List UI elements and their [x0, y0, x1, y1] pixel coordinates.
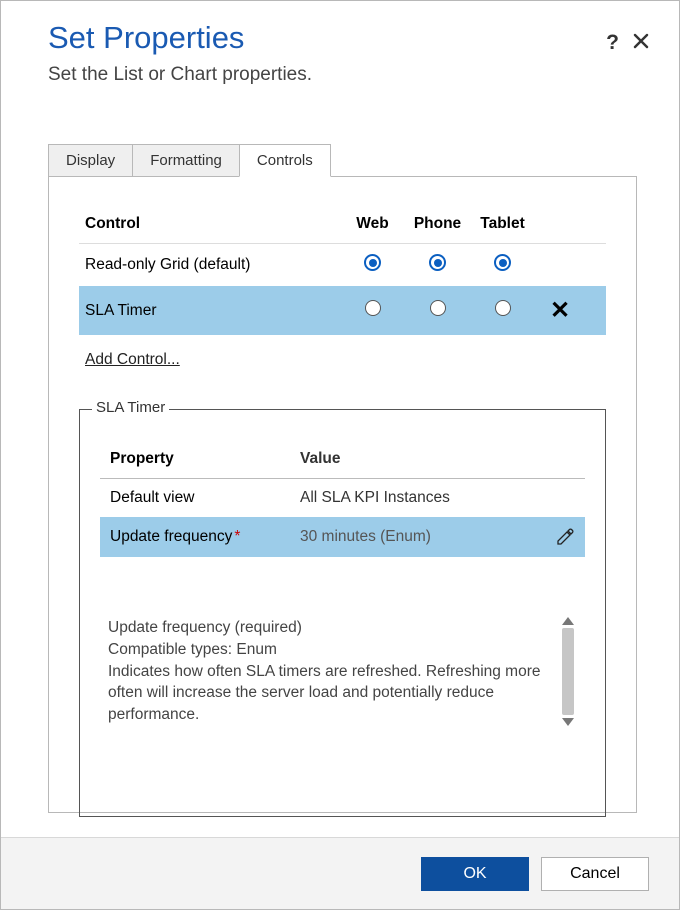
header-web: Web [340, 215, 405, 233]
header-icons: ? [606, 31, 649, 55]
property-table-header: Property Value [100, 440, 585, 479]
dialog-subtitle: Set the List or Chart properties. [48, 64, 637, 86]
dialog-title: Set Properties [48, 19, 637, 56]
help-icon[interactable]: ? [606, 31, 619, 55]
controls-panel: Control Web Phone Tablet Read-only Grid … [48, 177, 637, 813]
property-name: Default view [110, 489, 300, 507]
set-properties-dialog: Set Properties Set the List or Chart pro… [0, 0, 680, 910]
property-description: Update frequency (required) Compatible t… [100, 617, 585, 725]
cancel-button[interactable]: Cancel [541, 857, 649, 891]
control-row-sla-timer[interactable]: SLA Timer ✕ [79, 286, 606, 335]
radio-phone[interactable] [429, 254, 446, 271]
pencil-icon[interactable] [555, 527, 575, 547]
tab-display[interactable]: Display [48, 144, 133, 176]
property-value: 30 minutes (Enum) [300, 528, 555, 546]
radio-tablet[interactable] [494, 254, 511, 271]
radio-web[interactable] [364, 254, 381, 271]
property-name: Update frequency* [110, 528, 300, 546]
header-control: Control [85, 215, 340, 233]
scroll-thumb[interactable] [562, 628, 574, 714]
required-star-icon: * [234, 528, 240, 545]
description-text: Update frequency (required) Compatible t… [108, 617, 559, 725]
controls-table-header: Control Web Phone Tablet [79, 205, 606, 244]
sla-timer-fieldset: SLA Timer Property Value Default view Al… [79, 409, 606, 817]
ok-button[interactable]: OK [421, 857, 529, 891]
fieldset-legend: SLA Timer [92, 399, 169, 416]
header-value: Value [300, 450, 575, 468]
remove-control-icon[interactable]: ✕ [550, 297, 570, 324]
add-control-link[interactable]: Add Control... [85, 351, 180, 369]
close-icon[interactable] [633, 32, 649, 55]
radio-phone[interactable] [430, 300, 446, 316]
dialog-header: Set Properties Set the List or Chart pro… [1, 1, 679, 106]
header-phone: Phone [405, 215, 470, 233]
header-property: Property [110, 450, 300, 468]
tab-controls[interactable]: Controls [239, 144, 331, 177]
property-row-update-frequency[interactable]: Update frequency* 30 minutes (Enum) [100, 517, 585, 557]
header-tablet: Tablet [470, 215, 535, 233]
control-name: SLA Timer [85, 302, 340, 320]
control-row-readonly-grid[interactable]: Read-only Grid (default) [79, 244, 606, 286]
radio-web[interactable] [365, 300, 381, 316]
property-row-default-view[interactable]: Default view All SLA KPI Instances [100, 479, 585, 517]
property-value: All SLA KPI Instances [300, 489, 575, 507]
radio-tablet[interactable] [495, 300, 511, 316]
tab-list: Display Formatting Controls [48, 144, 637, 177]
dialog-body: Display Formatting Controls Control Web … [1, 106, 679, 837]
tab-formatting[interactable]: Formatting [132, 144, 240, 176]
scroll-up-icon[interactable] [562, 617, 574, 625]
scrollbar[interactable] [559, 617, 577, 725]
scroll-down-icon[interactable] [562, 718, 574, 726]
control-name: Read-only Grid (default) [85, 256, 340, 274]
dialog-footer: OK Cancel [1, 837, 679, 909]
